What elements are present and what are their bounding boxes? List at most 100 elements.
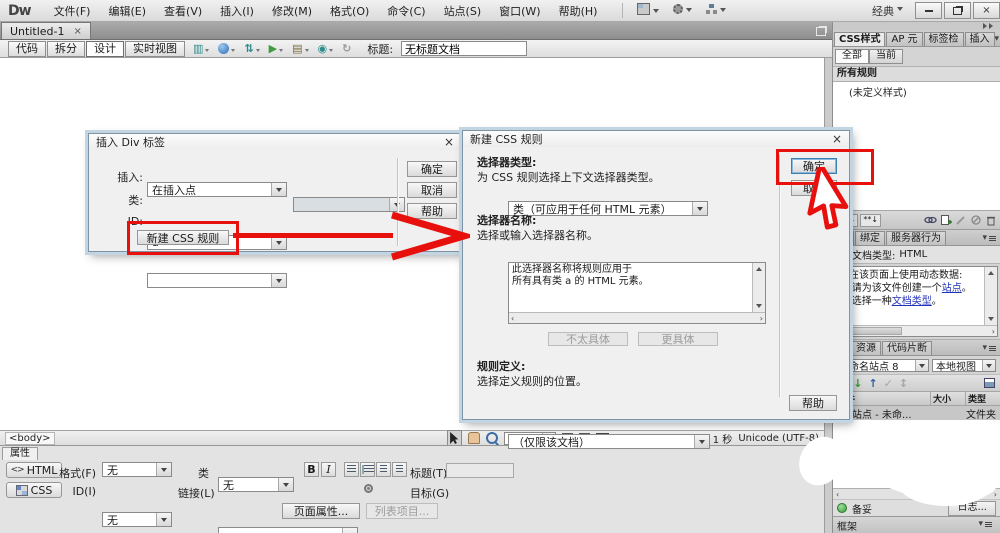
document-title-input[interactable] bbox=[401, 41, 528, 56]
format-select[interactable]: 无 bbox=[102, 462, 172, 477]
disable-property-icon[interactable] bbox=[970, 214, 982, 226]
code-view-button[interactable]: 代码 bbox=[8, 40, 46, 57]
link-combo[interactable] bbox=[218, 527, 358, 533]
tab-snippets[interactable]: 代码片断 bbox=[882, 341, 932, 355]
tab-server-behaviors[interactable]: 服务器行为 bbox=[886, 231, 946, 245]
close-tab-icon[interactable]: × bbox=[73, 26, 81, 37]
info-box-vscrollbar[interactable] bbox=[752, 263, 765, 312]
all-rules-button[interactable]: 全部 bbox=[835, 49, 869, 64]
workspace-switcher[interactable]: 经典 bbox=[872, 3, 913, 19]
put-files-icon[interactable]: ↑ bbox=[868, 377, 877, 390]
page-properties-button[interactable]: 页面属性... bbox=[282, 503, 360, 519]
menu-insert[interactable]: 插入(I) bbox=[211, 3, 263, 19]
panel-menu-icon-3[interactable]: ▾ bbox=[982, 343, 1000, 355]
delete-rule-icon[interactable] bbox=[985, 214, 997, 226]
info-hscrollbar[interactable]: › bbox=[836, 325, 997, 336]
file-management-icon[interactable]: ▥ bbox=[193, 42, 210, 55]
insert-div-title-bar[interactable]: 插入 Div 标签 × bbox=[89, 134, 461, 150]
design-view-button[interactable]: 设计 bbox=[86, 40, 124, 57]
check-compatibility-icon[interactable]: ⇅ bbox=[244, 42, 260, 55]
validate-markup-icon[interactable]: ▤ bbox=[292, 42, 309, 55]
tab-css-styles[interactable]: CSS样式 bbox=[834, 32, 886, 46]
restore-button[interactable] bbox=[944, 2, 971, 19]
zoom-tool-icon[interactable] bbox=[486, 432, 499, 444]
expand-files-panel-icon[interactable] bbox=[984, 378, 995, 388]
live-code-icon[interactable]: ▶ bbox=[269, 42, 284, 55]
tab-assets[interactable]: 资源 bbox=[851, 341, 881, 355]
edit-rule-icon[interactable] bbox=[955, 214, 967, 226]
info-box-hscrollbar[interactable]: ‹ › bbox=[509, 312, 765, 323]
hand-tool-icon[interactable] bbox=[468, 432, 481, 444]
tab-insert[interactable]: 插入 bbox=[964, 32, 995, 46]
minimize-button[interactable] bbox=[915, 2, 942, 19]
preview-browser-icon[interactable] bbox=[218, 43, 236, 54]
info-vscrollbar[interactable] bbox=[984, 267, 997, 325]
menu-modify[interactable]: 修改(M) bbox=[263, 3, 321, 19]
new-css-help-button[interactable]: 帮助 bbox=[789, 395, 837, 411]
collapse-panels-icon[interactable] bbox=[983, 23, 996, 29]
panel-menu-icon[interactable]: ▾ bbox=[995, 34, 1000, 46]
new-css-close-icon[interactable]: × bbox=[832, 133, 842, 145]
id-select[interactable]: 无 bbox=[102, 512, 172, 527]
dreamweaver-window: Dw 文件(F) 编辑(E) 查看(V) 插入(I) 修改(M) 格式(O) 命… bbox=[0, 0, 1000, 533]
tag-selector-body[interactable]: <body> bbox=[5, 431, 55, 445]
site-setup-icon[interactable] bbox=[706, 4, 727, 17]
tab-tag-inspector[interactable]: 标签检 bbox=[923, 32, 964, 46]
menu-commands[interactable]: 命令(C) bbox=[378, 3, 434, 19]
view-mode-select[interactable]: 本地视图 bbox=[932, 358, 996, 373]
current-rule-button[interactable]: 当前 bbox=[869, 49, 903, 64]
insert-div-cancel-button[interactable]: 取消 bbox=[407, 182, 457, 198]
frames-panel-bar[interactable]: 框架 ▾ bbox=[833, 516, 1000, 533]
rule-location-select[interactable]: （仅限该文档） bbox=[508, 434, 710, 449]
panel-menu-icon-4[interactable]: ▾ bbox=[978, 519, 996, 531]
encoding-label: Unicode (UTF-8) bbox=[738, 432, 819, 444]
point-to-file-icon[interactable] bbox=[364, 484, 373, 493]
extensions-gear-icon[interactable] bbox=[673, 4, 693, 17]
insert-div-ok-button[interactable]: 确定 bbox=[407, 161, 457, 177]
indent-icon[interactable] bbox=[392, 462, 407, 477]
restore-document-icon[interactable] bbox=[816, 27, 826, 36]
site-root-row[interactable]: 站点 - 未命... 文件夹 bbox=[833, 406, 1000, 421]
class-select[interactable]: 无 bbox=[218, 477, 294, 492]
bold-button[interactable]: B bbox=[304, 462, 319, 477]
live-view-button[interactable]: 实时视图 bbox=[125, 40, 185, 57]
split-view-button[interactable]: 拆分 bbox=[47, 40, 85, 57]
select-tool-icon[interactable] bbox=[447, 430, 463, 446]
doctype-link[interactable]: 文档类型 bbox=[892, 296, 932, 307]
dw-logo: Dw bbox=[8, 2, 32, 19]
attach-stylesheet-icon[interactable] bbox=[924, 214, 937, 226]
insert-point-select[interactable]: 在插入点 bbox=[147, 182, 287, 197]
properties-panel-tab[interactable]: 属性 bbox=[2, 447, 38, 460]
new-css-title-bar[interactable]: 新建 CSS 规则 × bbox=[463, 131, 849, 147]
menu-view[interactable]: 查看(V) bbox=[155, 3, 211, 19]
visual-aids-icon[interactable]: ◉ bbox=[318, 42, 334, 55]
div-id-select[interactable] bbox=[147, 273, 287, 288]
column-size[interactable]: 大小 bbox=[931, 392, 966, 405]
get-files-icon[interactable]: ↓ bbox=[853, 377, 862, 390]
css-rule-item[interactable]: (未定义样式) bbox=[833, 82, 1000, 99]
selector-type-select[interactable]: 类（可应用于任何 HTML 元素） bbox=[508, 201, 708, 216]
new-css-rule-icon[interactable] bbox=[940, 214, 952, 226]
title-field[interactable] bbox=[446, 463, 514, 478]
outdent-icon[interactable] bbox=[376, 462, 391, 477]
layout-switcher-icon[interactable] bbox=[637, 3, 660, 18]
panel-menu-icon-2[interactable]: ▾ bbox=[982, 233, 1000, 245]
column-type[interactable]: 类型 bbox=[966, 392, 1000, 405]
menu-window[interactable]: 窗口(W) bbox=[490, 3, 549, 19]
tab-ap-elements[interactable]: AP 元 bbox=[886, 32, 923, 46]
create-site-link[interactable]: 站点 bbox=[942, 283, 962, 294]
insert-div-close-icon[interactable]: × bbox=[444, 136, 454, 148]
italic-button[interactable]: I bbox=[321, 462, 336, 477]
menu-help[interactable]: 帮助(H) bbox=[550, 3, 607, 19]
menu-file[interactable]: 文件(F) bbox=[45, 3, 100, 19]
unordered-list-icon[interactable] bbox=[344, 462, 359, 477]
menu-edit[interactable]: 编辑(E) bbox=[99, 3, 155, 19]
document-tab[interactable]: Untitled-1 × bbox=[1, 22, 91, 39]
close-button[interactable]: × bbox=[973, 2, 1000, 19]
css-mode-button[interactable]: CSS bbox=[6, 482, 62, 498]
menu-site[interactable]: 站点(S) bbox=[435, 3, 491, 19]
html-mode-button[interactable]: <> HTML bbox=[6, 462, 62, 478]
ordered-list-icon[interactable] bbox=[360, 462, 375, 477]
menu-format[interactable]: 格式(O) bbox=[321, 3, 378, 19]
refresh-icon[interactable]: ↻ bbox=[342, 42, 351, 55]
